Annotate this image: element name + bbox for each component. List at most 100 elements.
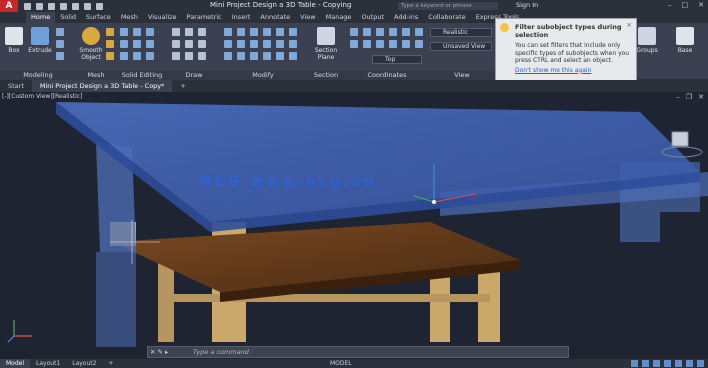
ucs-dropdown[interactable]: Top [372,55,422,64]
tab-annotate[interactable]: Annotate [255,12,295,23]
save-as-icon[interactable] [60,2,67,10]
command-line[interactable]: ✕ ✎ ▸ Type a command [147,346,569,358]
spline-icon[interactable] [198,52,206,60]
dont-show-again-link[interactable]: Don't show me this again [515,67,631,74]
snap-icon[interactable] [642,360,649,367]
undo-icon[interactable] [84,2,91,10]
new-icon[interactable] [24,2,31,10]
mesh-group-label[interactable]: Mesh [76,71,116,80]
tab-collaborate[interactable]: Collaborate [423,12,470,23]
app-menu-button[interactable]: A [0,0,18,12]
tab-solid[interactable]: Solid [55,12,81,23]
base-button[interactable]: Base [672,27,698,54]
mesh-tool-icon[interactable] [106,40,114,48]
scale-icon[interactable] [263,40,271,48]
model-space-label[interactable]: MODEL [330,359,352,368]
break-icon[interactable] [276,52,284,60]
minimize-icon[interactable]: – [676,93,680,101]
gizmo-origin[interactable] [432,200,436,204]
trim-icon[interactable] [250,28,258,36]
ucs-named-icon[interactable] [415,40,423,48]
plot-icon[interactable] [72,2,79,10]
close-icon[interactable]: ✕ [698,1,704,9]
ucs-y-icon[interactable] [402,28,410,36]
save-icon[interactable] [48,2,55,10]
imprint-icon[interactable] [146,28,154,36]
ucs-z-icon[interactable] [415,28,423,36]
drawing-viewport[interactable]: [-][Custom View][Realistic] – ❐ ✕ NCG ww… [0,92,708,348]
coordinates-group-label[interactable]: Coordinates [346,71,428,80]
modeling-group-label[interactable]: Modeling [0,71,76,80]
fillet-icon[interactable] [224,40,232,48]
slice-icon[interactable] [133,28,141,36]
join-icon[interactable] [263,52,271,60]
thicken-icon[interactable] [133,40,141,48]
ellipse-icon[interactable] [198,40,206,48]
align-icon[interactable] [250,52,258,60]
interfere-icon[interactable] [133,52,141,60]
arc-icon[interactable] [172,40,180,48]
ucs-icon[interactable] [350,28,358,36]
ucs-view-icon[interactable] [376,40,384,48]
solid-editing-group-label[interactable]: Solid Editing [116,71,168,80]
extrude-button[interactable]: Extrude [28,27,52,54]
viewport-controls-label[interactable]: [-][Custom View][Realistic] [2,93,82,100]
ucs-face-icon[interactable] [363,40,371,48]
sign-in-button[interactable]: Sign In [516,1,538,9]
ucs-previous-icon[interactable] [402,40,410,48]
new-tab-button[interactable]: + [172,80,193,92]
polyline-icon[interactable] [185,28,193,36]
stretch-icon[interactable] [250,40,258,48]
tab-view[interactable]: View [295,12,320,23]
section-group-label[interactable]: Section [306,71,346,80]
array-icon[interactable] [276,40,284,48]
visual-style-dropdown[interactable]: Realistic [430,28,492,37]
close-icon[interactable]: × [626,21,632,29]
tab-drawing[interactable]: Mini Project Design a 3D Table - Copy* [31,80,173,92]
ucs-origin-icon[interactable] [376,28,384,36]
polar-icon[interactable] [664,360,671,367]
named-view-dropdown[interactable]: Unsaved View [430,42,492,51]
erase-icon[interactable] [224,52,232,60]
tab-model[interactable]: Model [0,359,31,368]
mesh-tool-icon[interactable] [106,28,114,36]
draw-group-label[interactable]: Draw [168,71,220,80]
command-line-close-icon[interactable]: ✕ ✎ ▸ [150,347,168,357]
box-button[interactable]: Box [2,27,26,54]
hatch-icon[interactable] [185,52,193,60]
tab-insert[interactable]: Insert [227,12,256,23]
circle-icon[interactable] [198,28,206,36]
viewcube[interactable] [671,131,689,147]
polygon-icon[interactable] [172,52,180,60]
tab-surface[interactable]: Surface [81,12,116,23]
ucs-3point-icon[interactable] [350,40,358,48]
copy-icon[interactable] [276,28,284,36]
redo-icon[interactable] [96,2,103,10]
osnap-icon[interactable] [675,360,682,367]
command-input[interactable]: Type a command [193,347,249,357]
ucs-x-icon[interactable] [389,28,397,36]
chamfer-icon[interactable] [237,40,245,48]
open-icon[interactable] [36,2,43,10]
modify-group-label[interactable]: Modify [220,71,306,80]
grid-icon[interactable] [631,360,638,367]
modeling-tool-icon[interactable] [56,28,64,36]
modeling-tool-icon[interactable] [56,40,64,48]
tab-output[interactable]: Output [356,12,389,23]
separate-icon[interactable] [146,52,154,60]
tab-parametric[interactable]: Parametric [182,12,227,23]
section-plane-button[interactable]: Section Plane [312,27,340,61]
union-icon[interactable] [120,28,128,36]
mesh-tool-icon[interactable] [106,52,114,60]
maximize-icon[interactable]: □ [682,1,689,9]
tab-layout2[interactable]: Layout2 [66,359,102,368]
minimize-icon[interactable]: – [668,1,672,9]
modeling-tool-icon[interactable] [56,52,64,60]
tab-layout1[interactable]: Layout1 [30,359,66,368]
tab-home[interactable]: Home [26,12,56,23]
view-group-label[interactable]: View [428,71,496,80]
move-icon[interactable] [224,28,232,36]
offset-icon[interactable] [289,40,297,48]
mirror-icon[interactable] [289,28,297,36]
extend-icon[interactable] [263,28,271,36]
